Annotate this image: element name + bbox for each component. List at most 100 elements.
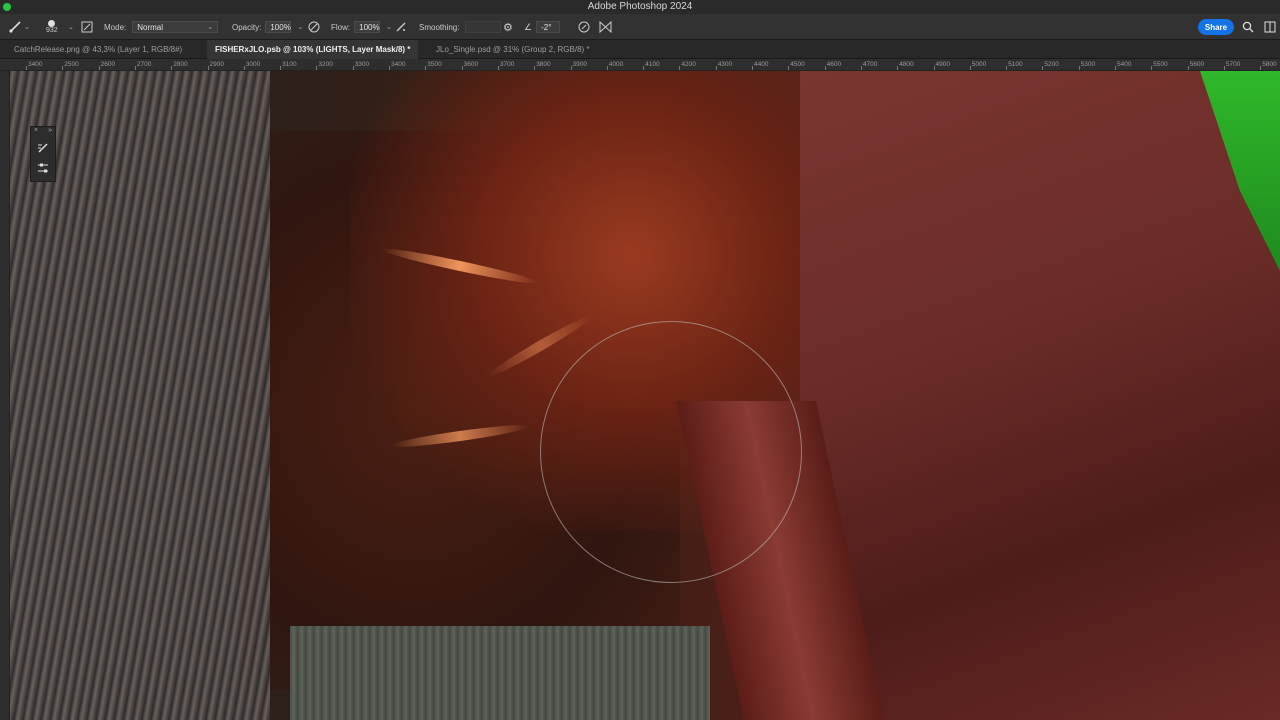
sliders-icon: [38, 163, 48, 173]
chevron-down-icon[interactable]: ⌄: [386, 23, 392, 31]
ruler-label: 3400: [28, 61, 43, 68]
adjustments-panel-button[interactable]: [33, 159, 53, 177]
share-button[interactable]: Share: [1198, 19, 1234, 35]
ruler-tick: [1260, 66, 1262, 70]
tab-catchrelease[interactable]: CatchRelease.png @ 43,3% (Layer 1, RGB/8…: [6, 40, 190, 59]
search-button[interactable]: [1242, 14, 1254, 40]
ruler-label: 5600: [1189, 61, 1205, 68]
ruler-label: 4700: [862, 61, 878, 68]
ruler-label: 5000: [971, 61, 987, 68]
flow-label: Flow:: [331, 22, 351, 32]
smoothing-options-button[interactable]: ⚙: [503, 14, 513, 40]
canvas-image-suit: [800, 71, 1280, 720]
ruler-label: 3000: [245, 61, 261, 68]
ruler-label: 4800: [899, 61, 914, 68]
ruler-label: 5700: [1225, 61, 1241, 68]
ruler-label: 2500: [64, 61, 79, 68]
mode-select[interactable]: Normal ⌄: [132, 21, 219, 33]
ruler-label: 4200: [681, 61, 696, 68]
app-title: Adobe Photoshop 2024: [587, 1, 693, 12]
ruler-tick: [389, 66, 390, 70]
butterfly-icon: [599, 21, 612, 33]
document-tabs: CatchRelease.png @ 43,3% (Layer 1, RGB/8…: [0, 40, 1280, 59]
ruler-tick: [207, 66, 209, 70]
ruler-label: 4300: [717, 61, 733, 68]
ruler-tick: [715, 66, 717, 70]
ruler-tick: [134, 66, 136, 70]
brush-settings-panel-button[interactable]: [33, 139, 53, 157]
flow-input[interactable]: 100%: [354, 21, 381, 33]
ruler-tick: [824, 66, 826, 70]
opacity-label: Opacity:: [232, 22, 262, 32]
brush-settings-icon: [81, 21, 93, 33]
symmetry-button[interactable]: [599, 14, 612, 40]
ruler-label: 3500: [427, 61, 442, 68]
search-icon: [1242, 21, 1254, 33]
brush-tool-preset[interactable]: ⌄: [8, 14, 30, 40]
vertical-ruler[interactable]: [0, 71, 10, 720]
workspace-button[interactable]: [1264, 14, 1276, 40]
smoothing-control: Smoothing:: [419, 14, 502, 40]
pressure-size-icon: [578, 21, 590, 33]
brush-tip-icon: [48, 20, 56, 27]
ruler-label: 3100: [282, 61, 297, 68]
ruler-tick: [1151, 66, 1153, 70]
ruler-label: 5800: [1262, 61, 1277, 68]
chevron-down-icon: ⌄: [207, 24, 214, 31]
flow-control: Flow: 100% ⌄: [331, 14, 392, 40]
pressure-icon: [308, 21, 320, 33]
mode-control: Mode: Normal ⌄: [104, 14, 219, 40]
ruler-label: 4400: [754, 61, 769, 68]
ruler-label: 4600: [826, 61, 842, 68]
ruler-tick: [1187, 66, 1189, 70]
ruler-tick: [679, 66, 681, 70]
chevron-down-icon[interactable]: ⌄: [297, 23, 303, 31]
ruler-tick: [425, 66, 427, 70]
opacity-input[interactable]: 100%: [265, 21, 292, 33]
ruler-label: 3300: [354, 61, 370, 68]
collapse-icon[interactable]: »: [48, 127, 52, 137]
brush-size-picker[interactable]: 932: [46, 14, 58, 40]
tab-fisherxjlo[interactable]: FISHERxJLO.psb @ 103% (LIGHTS, Layer Mas…: [207, 40, 419, 59]
brush-size-dropdown[interactable]: ⌄: [66, 14, 74, 40]
ruler-label: 3900: [572, 61, 587, 68]
ruler-tick: [280, 66, 282, 70]
ruler-label: 3700: [499, 61, 515, 68]
ruler-tick: [897, 66, 899, 70]
document-canvas[interactable]: [10, 71, 1280, 720]
ruler-label: 5100: [1008, 61, 1023, 68]
brush-icon: [8, 20, 22, 34]
smoothing-label: Smoothing:: [419, 22, 460, 32]
ruler-label: 2900: [209, 61, 224, 68]
panel-header[interactable]: × »: [31, 127, 55, 137]
size-pressure-toggle[interactable]: [578, 14, 590, 40]
chevron-down-icon: ⌄: [24, 24, 30, 31]
close-icon[interactable]: ×: [34, 127, 38, 137]
opacity-pressure-toggle[interactable]: [308, 14, 320, 40]
ruler-tick: [171, 66, 173, 70]
brush-size-value: 932: [46, 27, 58, 34]
ruler-tick: [98, 66, 100, 70]
ruler-tick: [316, 66, 318, 70]
mode-value: Normal: [137, 22, 164, 32]
horizontal-ruler[interactable]: 3400 2500 2600 2700 2800 2900 3000 3100 3200 3300…: [0, 59, 1280, 71]
mode-label: Mode:: [104, 22, 127, 32]
gear-icon: ⚙: [503, 21, 513, 34]
ruler-tick: [1006, 66, 1008, 70]
ruler-label: 5300: [1080, 61, 1096, 68]
brush-settings-toggle[interactable]: [81, 14, 93, 40]
tab-jlo-single[interactable]: JLo_Single.psd @ 31% (Group 2, RGB/8) *: [428, 40, 598, 59]
ruler-label: 2600: [100, 61, 116, 68]
ruler-tick: [788, 66, 790, 70]
smoothing-input[interactable]: [465, 21, 502, 33]
ruler-tick: [860, 66, 862, 70]
options-bar: ⌄ 932 ⌄ Mode: Normal ⌄ Opacity: 100% ⌄ F…: [0, 14, 1280, 40]
ruler-tick: [606, 66, 608, 70]
airbrush-icon: [395, 21, 407, 33]
ruler-label: 5400: [1117, 61, 1132, 68]
ruler-label: 3400: [391, 61, 406, 68]
angle-input[interactable]: -2°: [536, 21, 561, 33]
ruler-tick: [969, 66, 971, 70]
airbrush-toggle[interactable]: [395, 14, 407, 40]
brush-panel-icon: [38, 143, 48, 153]
